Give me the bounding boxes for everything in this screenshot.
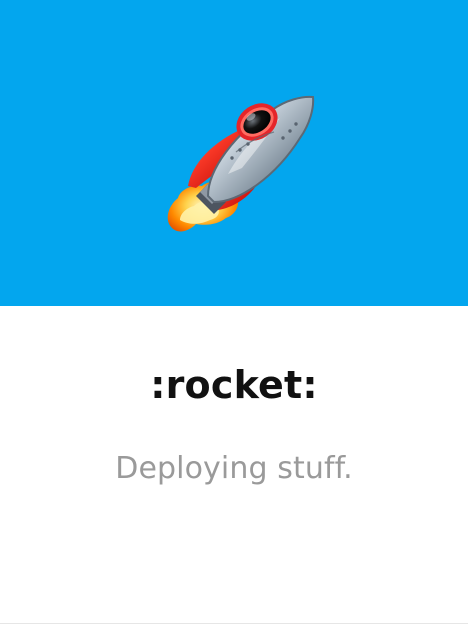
emoji-description: Deploying stuff. — [115, 451, 353, 486]
hero-banner — [0, 0, 468, 306]
emoji-code-title: :rocket: — [150, 363, 318, 407]
emoji-card: :rocket: Deploying stuff. — [0, 0, 468, 624]
rocket-icon — [150, 88, 320, 250]
